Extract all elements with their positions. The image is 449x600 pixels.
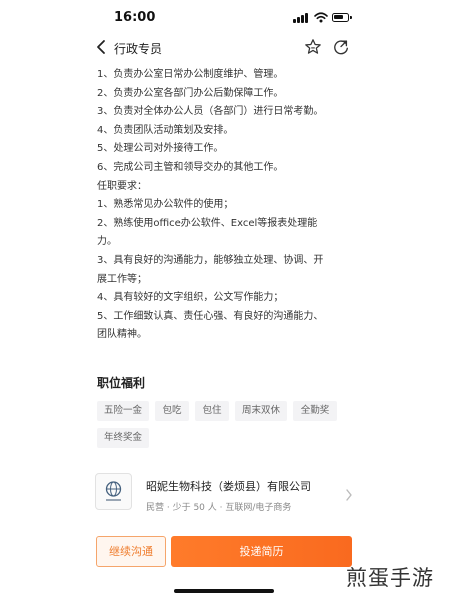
benefits-title: 职位福利 — [97, 376, 146, 390]
chevron-left-icon[interactable] — [94, 38, 110, 56]
star-icon[interactable] — [304, 38, 322, 56]
company-card[interactable]: 昭妮生物科技（娄烦县）有限公司 民营 · 少于 50 人 · 互联网/电子商务 — [95, 469, 357, 523]
description-line: 1、熟悉常见办公软件的使用； — [97, 199, 234, 211]
requirements-heading: 任职要求： — [97, 180, 147, 192]
description-line: 4、负责团队活动策划及安排。 — [97, 124, 234, 136]
company-meta: 民营 · 少于 50 人 · 互联网/电子商务 — [146, 503, 292, 513]
description-line: 3、具有良好的沟通能力，能够独立处理、协调、开 — [97, 254, 324, 266]
share-icon[interactable] — [332, 38, 350, 56]
description-line: 6、完成公司主管和领导交办的其他工作。 — [97, 161, 284, 173]
description-line: 力。 — [97, 236, 117, 248]
benefit-tag: 包住 — [195, 401, 229, 421]
submit-resume-button[interactable]: 投递简历 — [171, 536, 352, 567]
status-bar: 16:00 — [82, 0, 367, 34]
description-line: 团队精神。 — [97, 329, 147, 341]
job-description: 1、负责办公室日常办公制度维护、管理。 2、负责办公室各部门办公后勤保障工作。 … — [97, 66, 359, 345]
status-time: 16:00 — [114, 10, 156, 25]
wifi-icon — [314, 12, 328, 23]
description-line: 3、负责对全体办公人员（各部门）进行日常考勤。 — [97, 106, 324, 118]
globe-logo-icon — [105, 481, 122, 501]
description-line: 2、熟练使用office办公软件、Excel等报表处理能 — [97, 217, 318, 229]
chevron-right-icon — [346, 489, 352, 501]
company-logo — [95, 473, 132, 510]
home-indicator — [174, 589, 274, 593]
description-line: 1、负责办公室日常办公制度维护、管理。 — [97, 69, 284, 80]
page-title: 行政专员 — [114, 42, 163, 56]
continue-chat-button[interactable]: 继续沟通 — [96, 536, 166, 567]
benefit-tag: 五险一金 — [97, 401, 149, 421]
phone-screen: 16:00 行政专员 1、负责办公室日常办公制度维护、管理。 2、负责办公室各部… — [82, 0, 367, 600]
description-line: 2、负责办公室各部门办公后勤保障工作。 — [97, 87, 284, 99]
nav-bar: 行政专员 — [82, 34, 367, 62]
description-line: 5、处理公司对外接待工作。 — [97, 143, 224, 155]
battery-icon — [332, 13, 352, 22]
watermark: 煎蛋手游 — [346, 566, 434, 590]
company-name: 昭妮生物科技（娄烦县）有限公司 — [146, 480, 311, 493]
description-line: 5、工作细致认真、责任心强、有良好的沟通能力、 — [97, 310, 324, 322]
signal-icon — [293, 12, 309, 23]
benefit-tag: 年终奖金 — [97, 428, 149, 448]
benefit-tag: 包吃 — [155, 401, 189, 421]
benefit-tag: 全勤奖 — [293, 401, 337, 421]
description-line: 展工作等； — [97, 273, 147, 285]
benefit-tag: 周末双休 — [235, 401, 287, 421]
description-line: 4、具有较好的文字组织，公文写作能力； — [97, 292, 284, 304]
